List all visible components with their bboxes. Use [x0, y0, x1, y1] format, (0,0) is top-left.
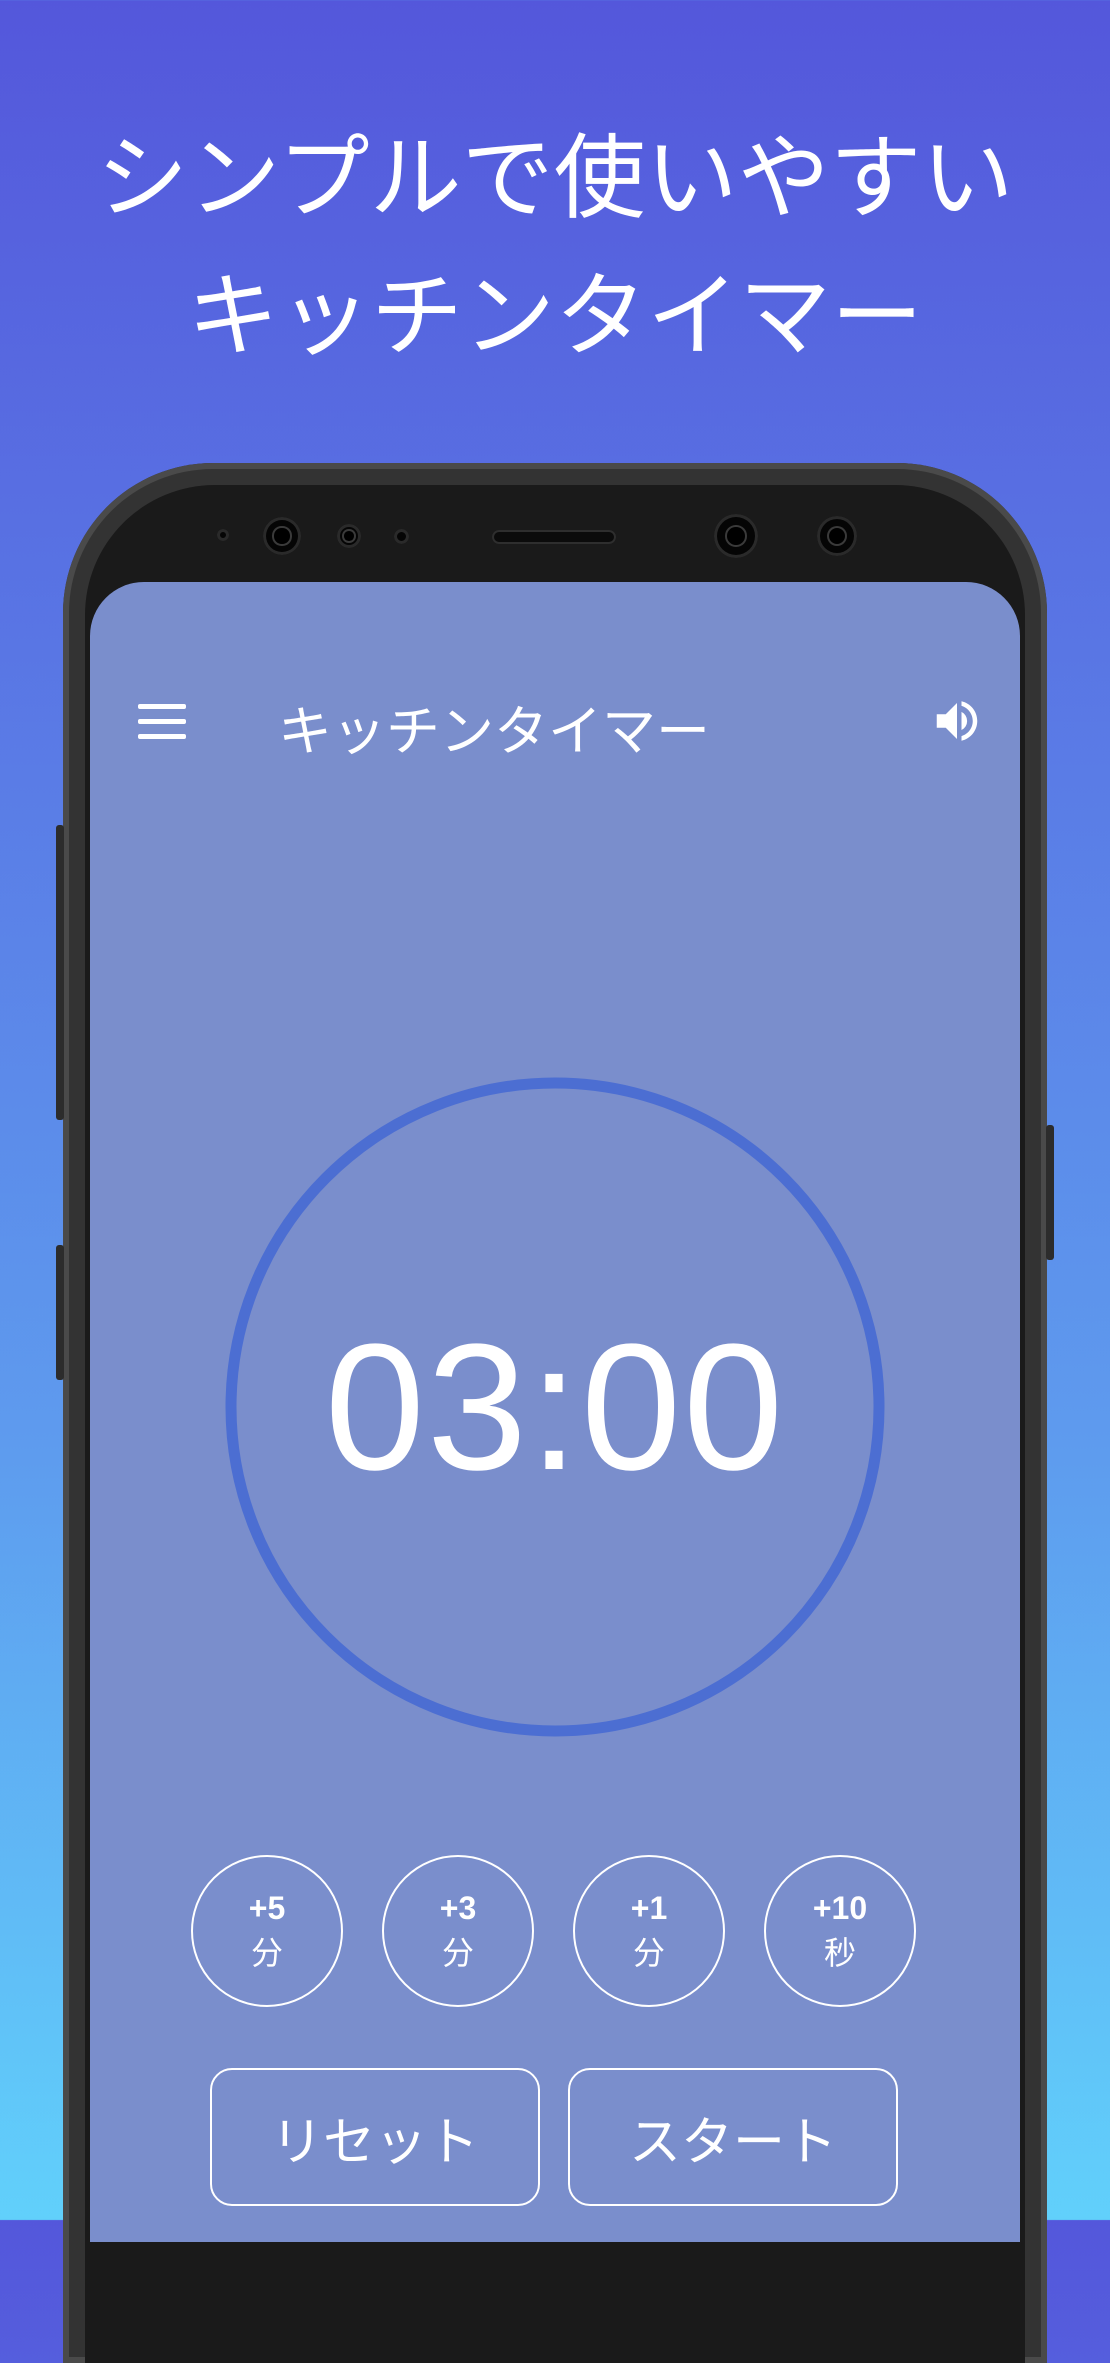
add-1-minute-button[interactable]: +1 分 [573, 1855, 725, 2007]
earpiece-speaker [492, 530, 616, 544]
iris-sensor-icon [817, 516, 857, 556]
reset-button[interactable]: リセット [210, 2068, 540, 2206]
phone-side-button-right [1046, 1125, 1054, 1260]
quick-add-unit: 秒 [823, 1934, 856, 1972]
ambient-sensor-icon [394, 529, 409, 544]
add-5-minutes-button[interactable]: +5 分 [191, 1855, 343, 2007]
add-10-seconds-button[interactable]: +10 秒 [764, 1855, 916, 2007]
headline-line-1: シンプルで使いやすい [96, 125, 1014, 232]
phone-side-button-left-1 [56, 825, 64, 1120]
promo-headline: シンプルで使いやすい キッチンタイマー [0, 110, 1110, 386]
proximity-sensor-icon [217, 529, 229, 541]
timer-display: 03:00 [324, 1306, 786, 1508]
phone-side-button-left-2 [56, 1245, 64, 1380]
headline-line-2: キッチンタイマー [186, 263, 923, 370]
front-camera-icon [263, 517, 301, 555]
quick-add-amount: +10 [812, 1890, 868, 1926]
app-screen: キッチンタイマー 03:00 +5 分 +3 分 +1 分 +10 秒 リセット… [90, 582, 1020, 2242]
light-sensor-icon [337, 524, 361, 548]
app-bar: キッチンタイマー [90, 582, 1020, 862]
quick-add-unit: 分 [441, 1934, 474, 1972]
quick-add-amount: +3 [439, 1890, 477, 1926]
quick-add-unit: 分 [632, 1934, 665, 1972]
app-title: キッチンタイマー [278, 700, 710, 763]
hamburger-menu-icon[interactable] [138, 704, 186, 740]
speaker-volume-icon[interactable] [930, 694, 984, 748]
iris-camera-icon [714, 514, 758, 558]
add-3-minutes-button[interactable]: +3 分 [382, 1855, 534, 2007]
quick-add-unit: 分 [250, 1934, 283, 1972]
quick-add-amount: +1 [630, 1890, 668, 1926]
timer-dial: 03:00 [225, 1077, 885, 1737]
start-button[interactable]: スタート [568, 2068, 898, 2206]
quick-add-amount: +5 [248, 1890, 286, 1926]
